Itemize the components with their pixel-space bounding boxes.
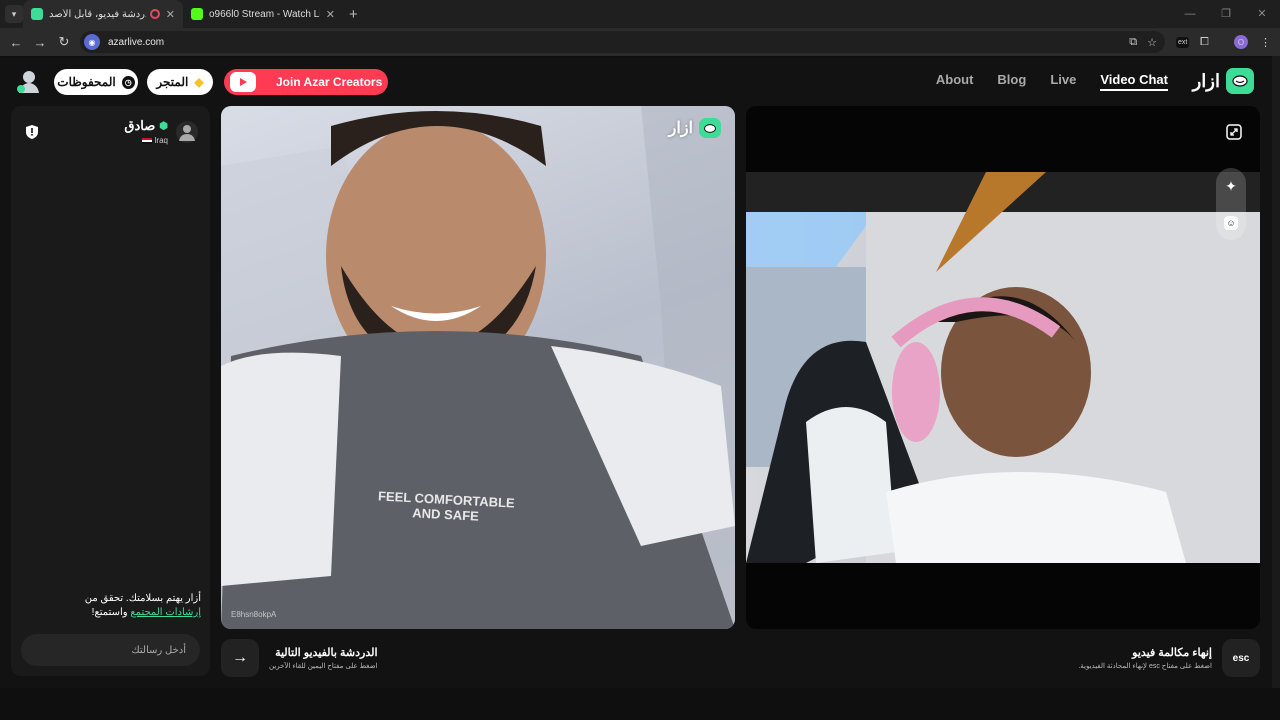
creators-label: Join Azar Creators — [276, 75, 383, 89]
reload-icon[interactable]: ↻ — [52, 34, 76, 50]
main-nav: About Blog Live Video Chat — [936, 72, 1168, 91]
video-watermark: ازار — [669, 118, 721, 138]
close-tab-icon[interactable]: ✕ — [326, 8, 335, 21]
nav-about[interactable]: About — [936, 72, 974, 91]
end-call-button[interactable]: esc — [1222, 639, 1260, 677]
azar-logo[interactable]: ازار — [1193, 68, 1254, 94]
effects-toolbar: ✦ ☺ — [1216, 168, 1246, 240]
ext-badge-label: ext — [1176, 36, 1190, 48]
end-title: إنهاء مكالمة فيديو — [1132, 647, 1212, 659]
user-avatar-icon[interactable] — [16, 68, 42, 94]
peer-video: FEEL COMFORTABLE AND SAFE ازار E8hsn8okp… — [221, 106, 735, 629]
extensions-icon[interactable]: ⧠ — [1200, 28, 1209, 56]
profile-button[interactable]: O — [1234, 28, 1248, 56]
peer-country: Iraq — [154, 136, 168, 145]
arrow-right-icon: → — [232, 649, 248, 666]
saved-label: المحفوظات — [57, 75, 116, 89]
nav-live[interactable]: Live — [1050, 72, 1076, 91]
maximize-icon[interactable]: ❐ — [1208, 0, 1244, 28]
report-shield-icon[interactable] — [25, 124, 39, 140]
camera-feed — [746, 172, 1260, 563]
face-filter-icon[interactable]: ☺ — [1224, 215, 1238, 230]
nav-blog[interactable]: Blog — [997, 72, 1026, 91]
minimize-icon[interactable]: — — [1172, 0, 1208, 28]
tab-search-icon[interactable]: ▾ — [5, 5, 23, 23]
play-icon — [230, 72, 256, 92]
safety-notice: أزار يهتم بسلامتك. تحقق من إرشادات المجت… — [51, 592, 201, 620]
nav-video-chat[interactable]: Video Chat — [1100, 72, 1168, 91]
community-guidelines-link[interactable]: إرشادات المجتمع — [130, 607, 201, 618]
peer-video-frame — [221, 106, 735, 629]
tab-stream[interactable]: o966l0 Stream - Watch Live on ✕ — [183, 0, 343, 28]
peer-avatar-icon — [176, 120, 198, 143]
bookmark-star-icon[interactable]: ☆ — [1147, 36, 1157, 49]
sparkle-effects-icon[interactable]: ✦ — [1225, 178, 1237, 195]
page-scrollbar[interactable] — [1272, 56, 1280, 688]
end-call-text: إنهاء مكالمة فيديو اضغط على مفتاح esc لإ… — [1078, 646, 1212, 670]
tab-azar[interactable]: أزار: دردشة فيديو، قابل الأصد ✕ — [23, 0, 183, 28]
forward-icon[interactable]: → — [28, 35, 52, 50]
peer-name: صادق — [124, 118, 156, 133]
clock-icon: ◷ — [121, 75, 135, 89]
join-creators-button[interactable]: Join Azar Creators — [224, 69, 388, 95]
site-header: المحفوظات ◷ المتجر ◆ Join Azar Creators … — [0, 58, 1280, 104]
verified-icon: ⬢ — [159, 120, 168, 132]
end-subtitle: اضغط على مفتاح esc لإنهاء المحادثة الفيد… — [1078, 663, 1212, 670]
store-button[interactable]: المتجر ◆ — [147, 69, 213, 95]
peer-info: صادق ⬢ Iraq — [124, 118, 198, 145]
profile-avatar: O — [1234, 35, 1248, 49]
cast-icon[interactable]: ⧉ — [1129, 36, 1137, 49]
azar-page: المحفوظات ◷ المتجر ◆ Join Azar Creators … — [0, 58, 1280, 688]
next-chat-text: الدردشة بالفيديو التالية اضغط على مفتاح … — [269, 646, 378, 670]
saved-button[interactable]: المحفوظات ◷ — [54, 69, 138, 95]
iraq-flag-icon — [141, 137, 152, 144]
brand-name: ازار — [1192, 70, 1220, 91]
watermark-logo-icon — [699, 118, 721, 138]
next-video-button[interactable]: → — [221, 639, 259, 677]
peer-name-row: صادق ⬢ — [124, 118, 168, 134]
message-input[interactable]: أدخل رسالتك — [21, 634, 200, 666]
peer-user-id: E8hsn8okpA — [231, 610, 277, 619]
kick-favicon-icon — [191, 8, 203, 20]
next-chat-control: → الدردشة بالفيديو التالية اضغط على مفتا… — [221, 638, 735, 678]
menu-icon[interactable]: ⋮ — [1260, 28, 1271, 56]
next-title: الدردشة بالفيديو التالية — [275, 647, 378, 659]
recording-icon — [149, 9, 160, 19]
store-label: المتجر — [156, 75, 189, 89]
close-tab-icon[interactable]: ✕ — [166, 8, 175, 21]
extension-badge[interactable]: ext — [1176, 28, 1190, 56]
tab-title: o966l0 Stream - Watch Live on — [209, 8, 320, 20]
peer-country-row: Iraq — [124, 136, 168, 145]
azar-favicon-icon — [31, 8, 43, 20]
back-icon[interactable]: ← — [4, 35, 28, 50]
window-controls: — ❐ ✕ — [1172, 0, 1280, 28]
notice-text: أزار يهتم بسلامتك. تحقق من — [84, 593, 201, 604]
expand-icon[interactable] — [1226, 124, 1242, 140]
site-info-icon[interactable]: ◉ — [84, 34, 100, 50]
new-tab-button[interactable]: + — [349, 6, 358, 23]
camera-feed-image — [746, 172, 1260, 563]
next-subtitle: اضغط على مفتاح اليمين للقاء الآخرين — [269, 663, 378, 670]
close-window-icon[interactable]: ✕ — [1244, 0, 1280, 28]
notice-end: واستمتع! — [91, 607, 131, 618]
self-video: ✦ ☺ — [746, 106, 1260, 629]
address-bar[interactable]: ◉ azarlive.com ⧉ ☆ — [80, 31, 1165, 53]
browser-toolbar: ← → ↻ ◉ azarlive.com ⧉ ☆ ext ⧠ O ⋮ — [0, 28, 1280, 56]
chat-panel: صادق ⬢ Iraq أزار يهتم بسلامتك. تحقق من إ… — [11, 106, 210, 676]
azar-logo-icon — [1226, 68, 1254, 94]
tab-title: أزار: دردشة فيديو، قابل الأصد — [49, 8, 146, 20]
watermark-text: ازار — [668, 120, 693, 137]
url-text: azarlive.com — [108, 36, 165, 48]
gem-icon: ◆ — [194, 75, 204, 89]
browser-tabbar: ▾ أزار: دردشة فيديو، قابل الأصد ✕ o966l0… — [0, 0, 1280, 28]
end-call-control: إنهاء مكالمة فيديو اضغط على مفتاح esc لإ… — [1075, 638, 1260, 678]
